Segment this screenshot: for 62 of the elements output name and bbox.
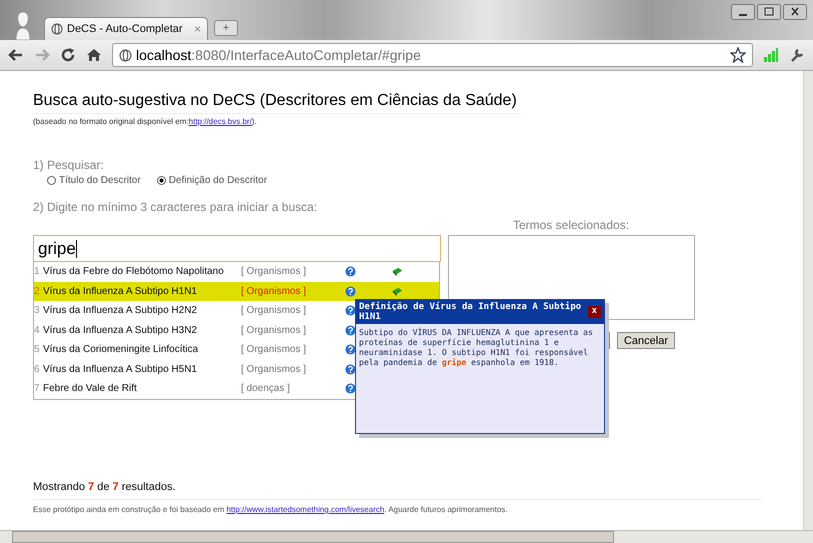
search-option[interactable]: Definição do Descritor: [156, 175, 268, 186]
reload-icon[interactable]: [60, 47, 76, 63]
home-icon[interactable]: [86, 47, 102, 63]
help-icon[interactable]: [345, 364, 356, 375]
term-category: [ Organismos ]: [241, 324, 308, 336]
help-icon[interactable]: [345, 305, 356, 316]
tab-title: DeCS - Auto-Completar: [67, 23, 184, 35]
help-icon[interactable]: [345, 324, 356, 336]
term-name: Vírus da Coriomeningite Linfocítica: [43, 344, 200, 356]
term-name: Vírus da Febre do Flebótomo Napolitano: [43, 266, 225, 278]
suggestion-row[interactable]: 2 Vírus da Influenza A Subtipo H1N1 [ Organismos ]: [34, 282, 439, 301]
row-number: 2: [34, 286, 41, 297]
search-prompt: 2) Digite no mínimo 3 caracteres para iniciar a busca:: [33, 200, 318, 214]
source-link[interactable]: http://decs.bvs.br/: [188, 117, 252, 126]
page-title: Busca auto-sugestiva no DeCS (Descritores em Ciências da Saúde): [33, 91, 521, 114]
url-text: localhost:8080/InterfaceAutoCompletar/#gripe: [136, 47, 421, 63]
vertical-scrollbar[interactable]: [803, 71, 813, 530]
row-number: 4: [34, 324, 41, 336]
horizontal-scrollbar[interactable]: [0, 530, 813, 543]
term-category: [ Organismos ]: [241, 286, 308, 297]
row-number: 5: [34, 344, 41, 356]
globe-icon: [119, 48, 132, 62]
footer-link[interactable]: http://www.istartedsomething.com/livesearch: [226, 505, 384, 514]
help-icon[interactable]: [345, 344, 356, 356]
globe-icon: [51, 23, 63, 35]
term-category: [ Organismos ]: [241, 266, 308, 278]
back-icon[interactable]: [8, 47, 24, 63]
popup-close-button[interactable]: x: [588, 306, 601, 318]
maximize-icon[interactable]: [757, 4, 781, 20]
term-category: [ Organismos ]: [241, 344, 308, 356]
close-icon[interactable]: [783, 4, 807, 20]
cancel-button[interactable]: Cancelar: [616, 332, 675, 349]
term-name: Vírus da Influenza A Subtipo H3N2: [43, 324, 198, 336]
row-number: 6: [34, 364, 41, 375]
term-name: Febre do Vale de Rift: [43, 383, 138, 394]
minimize-icon[interactable]: [731, 4, 755, 20]
search-option[interactable]: Título do Descritor: [47, 175, 141, 186]
help-icon[interactable]: [345, 383, 356, 394]
book-icon[interactable]: [392, 286, 403, 297]
row-number: 3: [34, 305, 41, 316]
source-note: (baseado no formato original disponível em:http://decs.bvs.br/).: [33, 117, 258, 126]
browser-tab[interactable]: DeCS - Auto-Completar ×: [44, 17, 208, 40]
new-tab-button[interactable]: +: [214, 20, 238, 36]
help-icon[interactable]: [345, 266, 356, 278]
term-category: [ Organismos ]: [241, 364, 308, 375]
footer-note: Esse protótipo ainda em construção e foi baseado em http://www.istartedsomething.com/livesearch. Aguarde futuros aprimoramentos.: [33, 499, 763, 514]
term-category: [ doenças ]: [241, 383, 291, 394]
address-bar[interactable]: localhost:8080/InterfaceAutoCompletar/#gripe: [112, 43, 753, 67]
book-icon[interactable]: [392, 266, 403, 278]
wrench-icon[interactable]: [789, 47, 805, 63]
results-summary: Mostrando 7 de 7 resultados.: [33, 481, 177, 493]
row-number: 7: [34, 383, 41, 394]
term-name: Vírus da Influenza A Subtipo H1N1: [43, 286, 198, 297]
help-icon[interactable]: [345, 286, 356, 297]
star-icon[interactable]: [730, 47, 746, 63]
row-number: 1: [34, 266, 41, 278]
term-name: Vírus da Influenza A Subtipo H2N2: [43, 305, 198, 316]
term-name: Vírus da Influenza A Subtipo H5N1: [43, 364, 198, 375]
term-category: [ Organismos ]: [241, 305, 308, 316]
search-field[interactable]: gripe: [33, 235, 441, 262]
search-label: 1) Pesquisar:: [33, 158, 105, 172]
selected-terms-label: Termos selecionados:: [512, 218, 630, 232]
